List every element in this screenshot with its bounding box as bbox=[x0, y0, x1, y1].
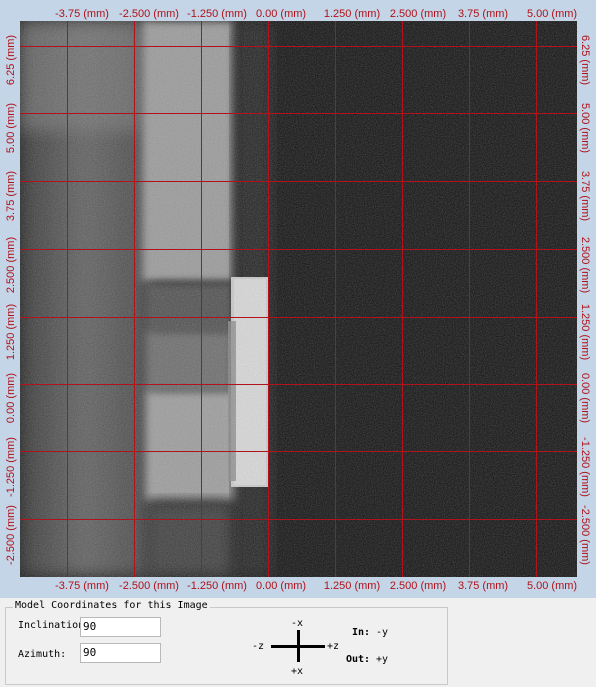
y-tick-left-8: -2.500 (mm) bbox=[5, 505, 17, 565]
y-tick-left-6: 0.00 (mm) bbox=[5, 372, 17, 424]
xray-image-viewport[interactable] bbox=[20, 21, 577, 577]
y-tick-left-2: 5.00 (mm) bbox=[5, 102, 17, 154]
compass-vertical-bar bbox=[297, 630, 300, 662]
x-tick-bottom-4: 0.00 (mm) bbox=[255, 580, 307, 592]
azimuth-field[interactable]: 90 bbox=[80, 643, 161, 663]
x-tick-top-6: 2.500 (mm) bbox=[389, 8, 447, 20]
x-tick-bottom-5: 1.250 (mm) bbox=[323, 580, 381, 592]
grid-overlay bbox=[20, 21, 577, 577]
inclination-label: Inclination: bbox=[18, 620, 80, 631]
compass-top-label: -x bbox=[291, 618, 304, 629]
x-tick-top-2: -2.500 (mm) bbox=[119, 8, 179, 20]
y-tick-right-2: 5.00 (mm) bbox=[579, 102, 591, 154]
y-tick-left-7: -1.250 (mm) bbox=[5, 437, 17, 497]
x-tick-top-4: 0.00 (mm) bbox=[255, 8, 307, 20]
compass-right-label: +z bbox=[327, 641, 340, 652]
x-tick-top-8: 5.00 (mm) bbox=[526, 8, 578, 20]
in-value: -y bbox=[376, 627, 389, 638]
y-tick-left-4: 2.500 (mm) bbox=[5, 236, 17, 294]
x-tick-bottom-6: 2.500 (mm) bbox=[389, 580, 447, 592]
y-tick-right-6: 0.00 (mm) bbox=[579, 372, 591, 424]
model-coordinates-title: Model Coordinates for this Image bbox=[13, 600, 210, 611]
inclination-field[interactable]: 90 bbox=[80, 617, 161, 637]
y-tick-right-4: 2.500 (mm) bbox=[579, 236, 591, 294]
y-tick-right-5: 1.250 (mm) bbox=[579, 303, 591, 361]
x-tick-top-3: -1.250 (mm) bbox=[187, 8, 247, 20]
compass-left-label: -z bbox=[252, 641, 265, 652]
y-tick-right-8: -2.500 (mm) bbox=[579, 505, 591, 565]
in-label: In: bbox=[352, 627, 371, 638]
y-tick-right-7: -1.250 (mm) bbox=[579, 437, 591, 497]
x-tick-bottom-2: -2.500 (mm) bbox=[119, 580, 179, 592]
orientation-compass bbox=[271, 630, 325, 662]
x-tick-top-7: 3.75 (mm) bbox=[457, 8, 509, 20]
y-tick-left-3: 3.75 (mm) bbox=[5, 170, 17, 222]
out-value: +y bbox=[376, 654, 389, 665]
x-tick-bottom-1: -3.75 (mm) bbox=[55, 580, 109, 592]
y-tick-left-5: 1.250 (mm) bbox=[5, 303, 17, 361]
x-tick-bottom-7: 3.75 (mm) bbox=[457, 580, 509, 592]
compass-bottom-label: +x bbox=[291, 666, 304, 677]
model-coordinates-group: Model Coordinates for this Image Inclina… bbox=[5, 600, 448, 685]
x-tick-top-5: 1.250 (mm) bbox=[323, 8, 381, 20]
y-tick-right-3: 3.75 (mm) bbox=[579, 170, 591, 222]
out-label: Out: bbox=[346, 654, 371, 665]
model-coordinates-panel: Model Coordinates for this Image Inclina… bbox=[0, 598, 596, 687]
x-tick-bottom-8: 5.00 (mm) bbox=[526, 580, 578, 592]
azimuth-label: Azimuth: bbox=[18, 649, 67, 660]
x-tick-top-1: -3.75 (mm) bbox=[55, 8, 109, 20]
y-tick-right-1: 6.25 (mm) bbox=[579, 34, 591, 86]
y-tick-left-1: 6.25 (mm) bbox=[5, 34, 17, 86]
x-tick-bottom-3: -1.250 (mm) bbox=[187, 580, 247, 592]
